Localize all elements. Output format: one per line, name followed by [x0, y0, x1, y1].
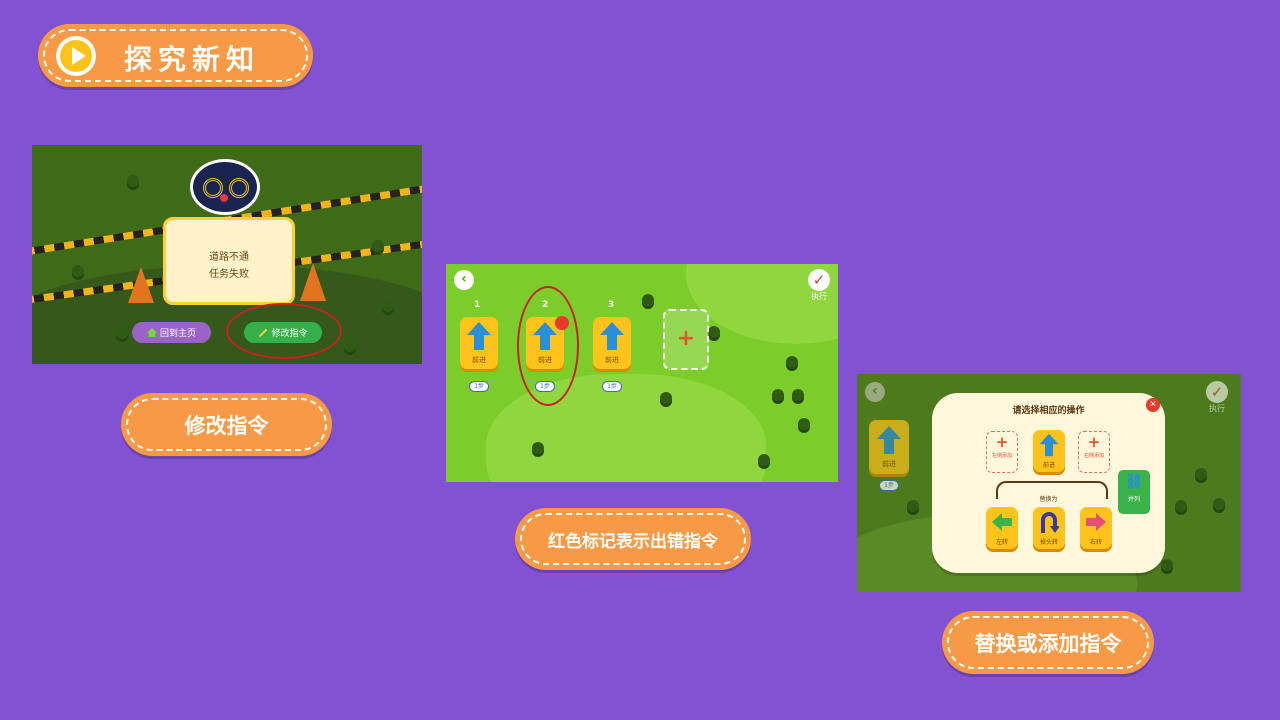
arrow-up-icon — [877, 426, 901, 454]
traffic-cone-icon — [300, 263, 326, 301]
robot-icon — [190, 159, 260, 215]
screenshot-mission-failed: 道路不通 任务失败 回到主页 修改指令 — [32, 145, 422, 364]
link-icon: ⛓ — [1125, 474, 1143, 490]
current-instruction-card: 前进 — [1033, 430, 1065, 472]
arrow-right-icon — [1086, 513, 1106, 531]
caption-red-mark: 红色标记表示出错指令 — [515, 508, 751, 570]
caption-modify: 修改指令 — [121, 393, 332, 456]
slot-number: 1 — [474, 300, 481, 310]
parallel-button[interactable]: ⛓ 并列 — [1118, 470, 1150, 514]
home-icon — [146, 328, 157, 337]
back-button[interactable]: ‹ — [454, 270, 474, 290]
panel-title: 请选择相应的操作 — [1012, 406, 1085, 416]
step-badge: 1步 — [602, 381, 622, 392]
highlight-ellipse — [226, 303, 342, 359]
caption-replace-text: 替换或添加指令 — [974, 631, 1122, 656]
play-icon — [56, 36, 96, 76]
step-badge: 1步 — [879, 480, 899, 491]
turn-right-option[interactable]: 右转 — [1080, 507, 1112, 549]
instruction-card[interactable]: 前进 — [460, 317, 498, 369]
caption-red-mark-text: 红色标记表示出错指令 — [548, 531, 718, 552]
caption-replace: 替换或添加指令 — [942, 611, 1154, 674]
execute-button[interactable]: ✓ 执行 — [1205, 381, 1229, 415]
instruction-card[interactable]: 前进 — [593, 317, 631, 369]
option-label: 掉头转 — [1039, 539, 1058, 546]
screenshot-error-marked: ‹ ✓ 执行 1 前进 1步 2 前进 1步 3 前进 1步 + — [446, 264, 838, 482]
checkmark-icon: ✓ — [808, 269, 830, 291]
arrow-up-icon — [1039, 433, 1059, 457]
option-label: 左转 — [995, 539, 1008, 546]
arrow-up-icon — [467, 322, 491, 350]
card-label: 前进 — [605, 356, 619, 364]
section-title: 探究新知 — [124, 43, 261, 76]
close-icon[interactable]: ✕ — [1146, 398, 1160, 412]
current-label: 前进 — [1042, 462, 1055, 469]
option-label: 右转 — [1089, 539, 1102, 546]
u-turn-option[interactable]: 掉头转 — [1033, 507, 1065, 549]
home-button-label: 回到主页 — [159, 329, 196, 339]
add-left-label: 左侧添加 — [991, 453, 1012, 459]
dialog-text-line2: 任务失败 — [209, 269, 249, 280]
slot-number: 3 — [608, 300, 615, 310]
traffic-cone-icon — [128, 267, 154, 303]
arrow-left-icon — [992, 513, 1012, 531]
dialog-text-line1: 道路不通 — [209, 252, 249, 263]
execute-label: 执行 — [811, 292, 827, 301]
failure-dialog: 道路不通 任务失败 — [163, 217, 295, 305]
home-button[interactable]: 回到主页 — [132, 322, 211, 343]
screenshot-replace-add: ‹ ✓ 执行 前进 1步 请选择相应的操作 ✕ + 左侧添加 前进 + 右侧添加… — [857, 374, 1241, 592]
plus-icon: + — [995, 433, 1009, 451]
plus-icon: + — [1087, 433, 1101, 451]
execute-label: 执行 — [1209, 404, 1225, 413]
back-button[interactable]: ‹ — [865, 382, 885, 402]
parallel-label: 并列 — [1127, 496, 1140, 503]
u-turn-icon — [1041, 512, 1059, 533]
card-label: 前进 — [882, 460, 896, 468]
arrow-up-icon — [600, 322, 624, 350]
card-label: 前进 — [472, 356, 486, 364]
add-left-option[interactable]: + 左侧添加 — [986, 431, 1018, 473]
turn-left-option[interactable]: 左转 — [986, 507, 1018, 549]
step-badge: 1步 — [469, 381, 489, 392]
checkmark-icon: ✓ — [1206, 381, 1228, 403]
instruction-card[interactable]: 前进 — [869, 420, 909, 474]
add-right-label: 右侧添加 — [1083, 453, 1104, 459]
add-instruction-slot[interactable]: + — [663, 309, 709, 370]
caption-modify-text: 修改指令 — [184, 413, 269, 438]
highlight-ellipse — [517, 286, 579, 406]
execute-button[interactable]: ✓ 执行 — [807, 269, 831, 303]
section-title-badge: 探究新知 — [38, 24, 313, 87]
add-right-option[interactable]: + 右侧添加 — [1078, 431, 1110, 473]
